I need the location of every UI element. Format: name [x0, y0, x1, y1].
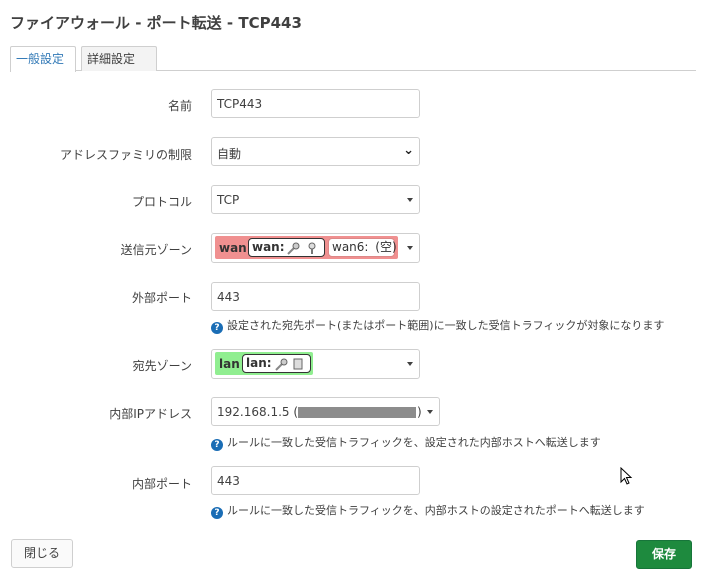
iface-wan: wan: [248, 238, 325, 257]
family-label: アドレスファミリの制限 [59, 148, 192, 162]
name-label: 名前 [167, 99, 192, 113]
tab-bar: 一般設定 詳細設定 [10, 46, 696, 72]
src-zone-select[interactable]: wan wan: wan6: (空) [211, 233, 420, 263]
dest-port-help: ? ルールに一致した受信トラフィックを、内部ホストの設定されたポートへ転送します [211, 502, 645, 519]
lan-zone-badge: lan lan: [215, 352, 313, 375]
save-button[interactable]: 保存 [636, 540, 692, 569]
dest-port-input[interactable] [212, 467, 419, 494]
tab-general[interactable]: 一般設定 [10, 46, 76, 72]
dest-ip-select[interactable]: 192.168.1.5 ( ) [211, 397, 440, 426]
help-icon: ? [211, 439, 223, 451]
zone-name-lan: lan [219, 357, 240, 371]
src-dport-help: ? 設定された宛先ポート(またはポート範囲)に一致した受信トラフィックが対象になり… [211, 317, 664, 334]
dest-ip-label: 内部IPアドレス [109, 407, 192, 421]
close-button[interactable]: 閉じる [11, 539, 73, 568]
caret-down-icon [407, 362, 413, 366]
help-icon: ? [211, 322, 223, 334]
iface-lan: lan: [242, 354, 311, 373]
caret-down-icon [427, 410, 433, 414]
name-input[interactable] [212, 90, 419, 117]
src-dport-label: 外部ポート [131, 291, 192, 305]
tab-advanced[interactable]: 詳細設定 [81, 46, 157, 71]
protocol-select[interactable]: TCP [211, 185, 420, 214]
dest-port-field[interactable] [211, 466, 420, 495]
redacted-hostname [298, 407, 416, 418]
ethernet-port-icon [287, 242, 300, 255]
dest-port-label: 内部ポート [131, 477, 192, 491]
iface-wan6: wan6: (空) [328, 238, 397, 257]
page-title: ファイアウォール - ポート転送 - TCP443 [10, 14, 302, 32]
caret-down-icon [407, 198, 413, 202]
device-icon [293, 358, 303, 370]
family-select[interactable]: 自動 ⌄ [211, 137, 420, 166]
src-dport-field[interactable] [211, 282, 420, 311]
src-zone-label: 送信元ゾーン [120, 243, 192, 257]
zone-name-wan: wan [219, 241, 247, 255]
wifi-icon [308, 242, 316, 254]
family-value: 自動 [217, 147, 242, 161]
caret-down-icon [407, 246, 413, 250]
protocol-value: TCP [217, 193, 240, 207]
dest-zone-label: 宛先ゾーン [132, 359, 192, 373]
help-icon: ? [211, 507, 223, 519]
wan-zone-badge: wan wan: wan6: (空) [215, 236, 398, 259]
dest-ip-help: ? ルールに一致した受信トラフィックを、設定された内部ホストへ転送します [211, 434, 601, 451]
chevron-down-icon: ⌄ [403, 143, 414, 158]
protocol-label: プロトコル [131, 195, 192, 209]
ethernet-port-icon [275, 358, 288, 371]
dest-zone-select[interactable]: lan lan: [211, 349, 420, 379]
name-field[interactable] [211, 89, 420, 118]
mouse-cursor-icon [620, 467, 633, 485]
dest-ip-value: 192.168.1.5 ( [217, 405, 299, 419]
src-dport-input[interactable] [212, 283, 419, 310]
